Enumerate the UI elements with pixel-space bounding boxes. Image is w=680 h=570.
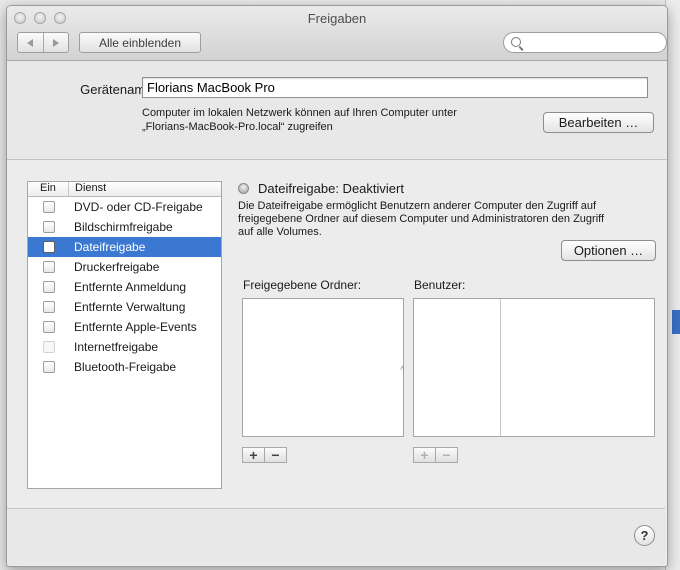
service-checkbox[interactable] — [43, 281, 55, 293]
bottom-bar — [7, 508, 665, 565]
service-description: Die Dateifreigabe ermöglicht Benutzern a… — [238, 200, 648, 239]
service-row[interactable]: Druckerfreigabe — [28, 257, 221, 277]
service-checkbox[interactable] — [43, 361, 55, 373]
service-checkbox[interactable] — [43, 261, 55, 273]
service-row[interactable]: Entfernte Verwaltung — [28, 297, 221, 317]
window-title: Freigaben — [307, 11, 367, 26]
service-row[interactable]: Internetfreigabe — [28, 337, 221, 357]
device-name-field[interactable] — [142, 77, 648, 98]
search-icon — [511, 37, 521, 47]
add-user-button[interactable]: + — [414, 448, 435, 462]
description-line1: Die Dateifreigabe ermöglicht Benutzern a… — [238, 200, 597, 212]
service-name: Druckerfreigabe — [74, 260, 160, 274]
device-info-line2: „Florians-MacBook-Pro.local“ zugreifen — [142, 121, 333, 133]
service-checkbox[interactable] — [43, 321, 55, 333]
service-name: Entfernte Anmeldung — [74, 280, 187, 294]
service-checkbox[interactable] — [43, 301, 55, 313]
service-row[interactable]: Dateifreigabe — [28, 237, 221, 257]
service-name: Entfernte Verwaltung — [74, 300, 186, 314]
services-table: Ein Dienst DVD- oder CD-Freigabe Bildschi… — [27, 181, 222, 489]
service-checkbox[interactable] — [43, 201, 55, 213]
back-forward-control — [17, 32, 69, 53]
service-row[interactable]: Entfernte Anmeldung — [28, 277, 221, 297]
chevron-right-icon — [52, 38, 59, 47]
forward-button[interactable] — [42, 33, 69, 52]
service-checkbox — [43, 341, 55, 353]
add-folder-button[interactable]: + — [243, 448, 264, 462]
description-line3: auf alle Volumes. — [238, 226, 322, 238]
remove-user-button[interactable]: − — [435, 448, 457, 462]
service-row[interactable]: Bildschirmfreigabe — [28, 217, 221, 237]
show-all-button[interactable]: Alle einblenden — [79, 32, 201, 53]
service-name: Dateifreigabe — [74, 240, 146, 254]
service-name: Internetfreigabe — [74, 340, 159, 354]
services-table-header: Ein Dienst — [28, 182, 221, 197]
device-info-line1: Computer im lokalen Netzwerk können auf … — [142, 107, 457, 119]
users-add-remove: + − — [413, 447, 458, 463]
service-name: Entfernte Apple-Events — [74, 320, 197, 334]
header-on[interactable]: Ein — [40, 182, 56, 194]
chevron-left-icon — [27, 38, 34, 47]
status-indicator-icon — [238, 183, 249, 194]
shared-folders-add-remove: + − — [242, 447, 287, 463]
service-row[interactable]: Bluetooth-Freigabe — [28, 357, 221, 377]
services-list: DVD- oder CD-Freigabe Bildschirmfreigabe D… — [28, 197, 221, 377]
back-button[interactable] — [18, 33, 43, 52]
edit-button[interactable]: Bearbeiten … — [543, 112, 654, 133]
shared-folders-list[interactable] — [242, 298, 404, 437]
header-service[interactable]: Dienst — [75, 182, 106, 194]
header-separator — [68, 182, 69, 196]
service-row[interactable]: DVD- oder CD-Freigabe — [28, 197, 221, 217]
help-button[interactable]: ? — [634, 525, 655, 546]
device-name-info: Computer im lokalen Netzwerk können auf … — [142, 106, 522, 134]
search-field[interactable] — [503, 32, 667, 53]
service-status: Dateifreigabe: Deaktiviert — [258, 181, 404, 196]
shared-folders-label: Freigegebene Ordner: — [243, 278, 362, 292]
users-list-column-divider — [500, 299, 501, 436]
remove-folder-button[interactable]: − — [264, 448, 286, 462]
description-line2: freigegebene Ordner auf diesem Computer … — [238, 213, 605, 225]
title-bar: Freigaben Alle einblenden — [7, 6, 667, 61]
users-label: Benutzer: — [414, 278, 466, 292]
background-selection-marker — [672, 310, 680, 334]
service-name: Bildschirmfreigabe — [74, 220, 173, 234]
users-list[interactable] — [413, 298, 655, 437]
service-name: Bluetooth-Freigabe — [74, 360, 177, 374]
service-name: DVD- oder CD-Freigabe — [74, 200, 203, 214]
service-checkbox[interactable] — [43, 241, 55, 253]
service-row[interactable]: Entfernte Apple-Events — [28, 317, 221, 337]
service-checkbox[interactable] — [43, 221, 55, 233]
options-button[interactable]: Optionen … — [561, 240, 656, 261]
splitter-handle-icon[interactable]: ˄ — [400, 364, 405, 373]
